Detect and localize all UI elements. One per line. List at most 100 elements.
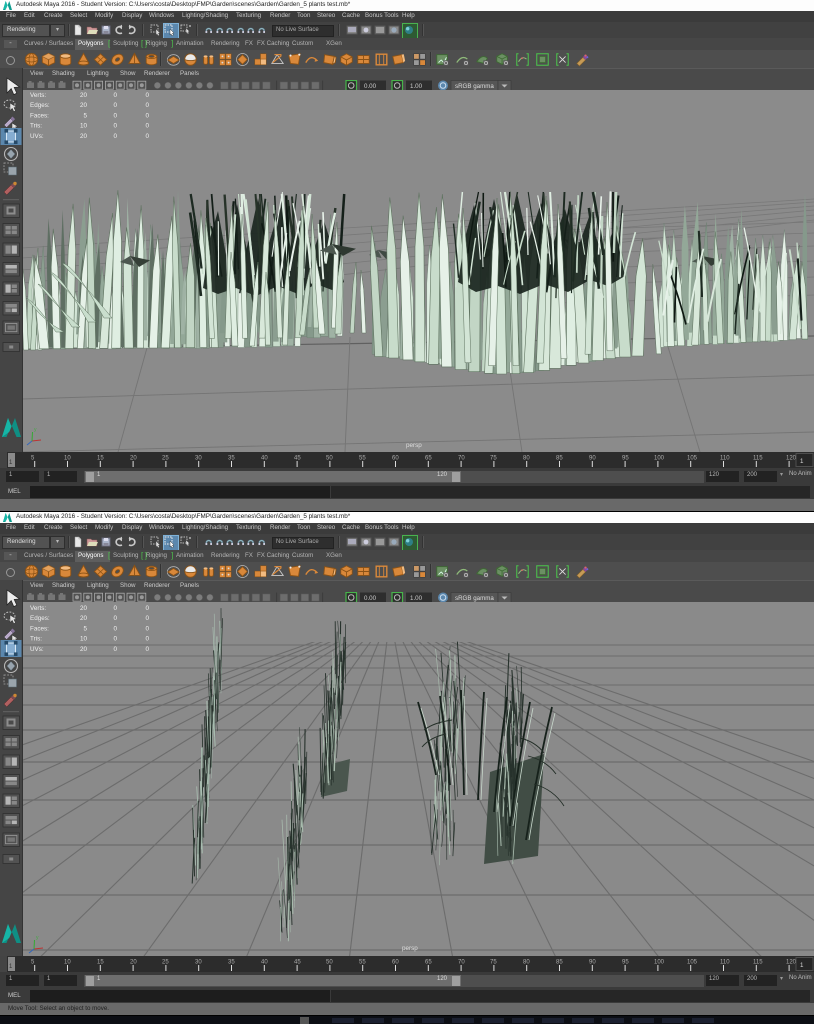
- svg-text:Faces:: Faces:: [30, 625, 49, 632]
- svg-text:UVs:: UVs:: [30, 133, 44, 140]
- svg-text:10: 10: [64, 960, 71, 966]
- svg-text:90: 90: [589, 960, 596, 966]
- svg-text:0.00: 0.00: [364, 595, 377, 602]
- svg-text:0: 0: [145, 92, 149, 99]
- svg-text:sRGB gamma: sRGB gamma: [455, 595, 494, 602]
- svg-text:0: 0: [145, 112, 149, 119]
- svg-text:20: 20: [80, 133, 88, 140]
- svg-text:30: 30: [195, 456, 202, 462]
- svg-text:105: 105: [687, 960, 698, 966]
- svg-text:0: 0: [113, 133, 117, 140]
- svg-text:1: 1: [9, 964, 13, 970]
- svg-text:115: 115: [753, 960, 763, 966]
- svg-text:60: 60: [392, 960, 399, 966]
- svg-text:20: 20: [80, 92, 88, 99]
- svg-text:25: 25: [162, 960, 169, 966]
- svg-text:0: 0: [145, 605, 149, 612]
- svg-text:0: 0: [145, 102, 149, 109]
- svg-text:15: 15: [97, 960, 104, 966]
- svg-text:Edges:: Edges:: [30, 615, 50, 622]
- svg-text:0: 0: [113, 102, 117, 109]
- svg-text:0: 0: [113, 112, 117, 119]
- svg-text:5: 5: [83, 625, 87, 632]
- svg-text:55: 55: [359, 960, 366, 966]
- svg-text:0: 0: [113, 636, 117, 643]
- svg-text:0: 0: [145, 133, 149, 140]
- svg-text:115: 115: [753, 456, 763, 462]
- svg-text:35: 35: [228, 456, 235, 462]
- svg-text:30: 30: [195, 960, 202, 966]
- svg-text:65: 65: [425, 456, 432, 462]
- svg-text:20: 20: [130, 456, 137, 462]
- svg-text:1.00: 1.00: [410, 83, 423, 90]
- svg-text:0: 0: [145, 123, 149, 130]
- svg-text:65: 65: [425, 960, 432, 966]
- svg-text:55: 55: [359, 456, 366, 462]
- svg-text:10: 10: [64, 456, 71, 462]
- svg-text:20: 20: [80, 646, 88, 653]
- svg-text:75: 75: [490, 960, 497, 966]
- svg-text:persp: persp: [406, 442, 422, 449]
- svg-text:Verts:: Verts:: [30, 605, 46, 612]
- svg-text:35: 35: [228, 960, 235, 966]
- svg-text:25: 25: [162, 456, 169, 462]
- svg-text:40: 40: [261, 456, 268, 462]
- svg-text:Faces:: Faces:: [30, 112, 49, 119]
- svg-text:70: 70: [458, 456, 465, 462]
- svg-text:70: 70: [458, 960, 465, 966]
- svg-text:sRGB gamma: sRGB gamma: [455, 83, 494, 90]
- svg-text:persp: persp: [402, 945, 418, 952]
- svg-text:95: 95: [622, 456, 629, 462]
- svg-text:0: 0: [113, 92, 117, 99]
- svg-text:80: 80: [523, 960, 530, 966]
- svg-text:0: 0: [145, 636, 149, 643]
- svg-text:45: 45: [294, 960, 301, 966]
- svg-text:120: 120: [786, 960, 797, 966]
- svg-text:110: 110: [720, 456, 730, 462]
- svg-text:Tris:: Tris:: [30, 636, 42, 643]
- svg-text:50: 50: [326, 960, 333, 966]
- svg-text:20: 20: [80, 605, 88, 612]
- svg-text:100: 100: [654, 456, 665, 462]
- svg-text:5: 5: [31, 960, 35, 966]
- svg-text:10: 10: [80, 636, 88, 643]
- svg-text:5: 5: [31, 456, 35, 462]
- svg-text:0: 0: [113, 615, 117, 622]
- svg-text:15: 15: [97, 456, 104, 462]
- svg-text:60: 60: [392, 456, 399, 462]
- svg-text:105: 105: [687, 456, 698, 462]
- svg-text:85: 85: [556, 456, 563, 462]
- svg-text:5: 5: [83, 112, 87, 119]
- svg-text:75: 75: [490, 456, 497, 462]
- svg-text:40: 40: [261, 960, 268, 966]
- svg-text:20: 20: [80, 615, 88, 622]
- svg-text:20: 20: [130, 960, 137, 966]
- svg-text:95: 95: [622, 960, 629, 966]
- svg-text:45: 45: [294, 456, 301, 462]
- svg-text:1.00: 1.00: [410, 595, 423, 602]
- svg-text:0: 0: [145, 625, 149, 632]
- svg-text:Verts:: Verts:: [30, 92, 46, 99]
- svg-text:Tris:: Tris:: [30, 123, 42, 130]
- svg-text:0: 0: [145, 646, 149, 653]
- svg-text:85: 85: [556, 960, 563, 966]
- svg-text:0: 0: [113, 605, 117, 612]
- svg-text:1: 1: [800, 458, 804, 465]
- svg-text:80: 80: [523, 456, 530, 462]
- svg-text:0: 0: [113, 625, 117, 632]
- svg-text:Edges:: Edges:: [30, 102, 50, 109]
- svg-text:10: 10: [80, 123, 88, 130]
- svg-text:0.00: 0.00: [364, 83, 377, 90]
- svg-text:0: 0: [113, 646, 117, 653]
- svg-text:20: 20: [80, 102, 88, 109]
- svg-text:120: 120: [786, 456, 797, 462]
- svg-text:110: 110: [720, 960, 730, 966]
- svg-text:50: 50: [326, 456, 333, 462]
- svg-text:UVs:: UVs:: [30, 646, 44, 653]
- svg-text:90: 90: [589, 456, 596, 462]
- svg-text:0: 0: [145, 615, 149, 622]
- svg-text:1: 1: [800, 962, 804, 969]
- svg-text:1: 1: [9, 460, 13, 466]
- svg-text:0: 0: [113, 123, 117, 130]
- svg-text:100: 100: [654, 960, 665, 966]
